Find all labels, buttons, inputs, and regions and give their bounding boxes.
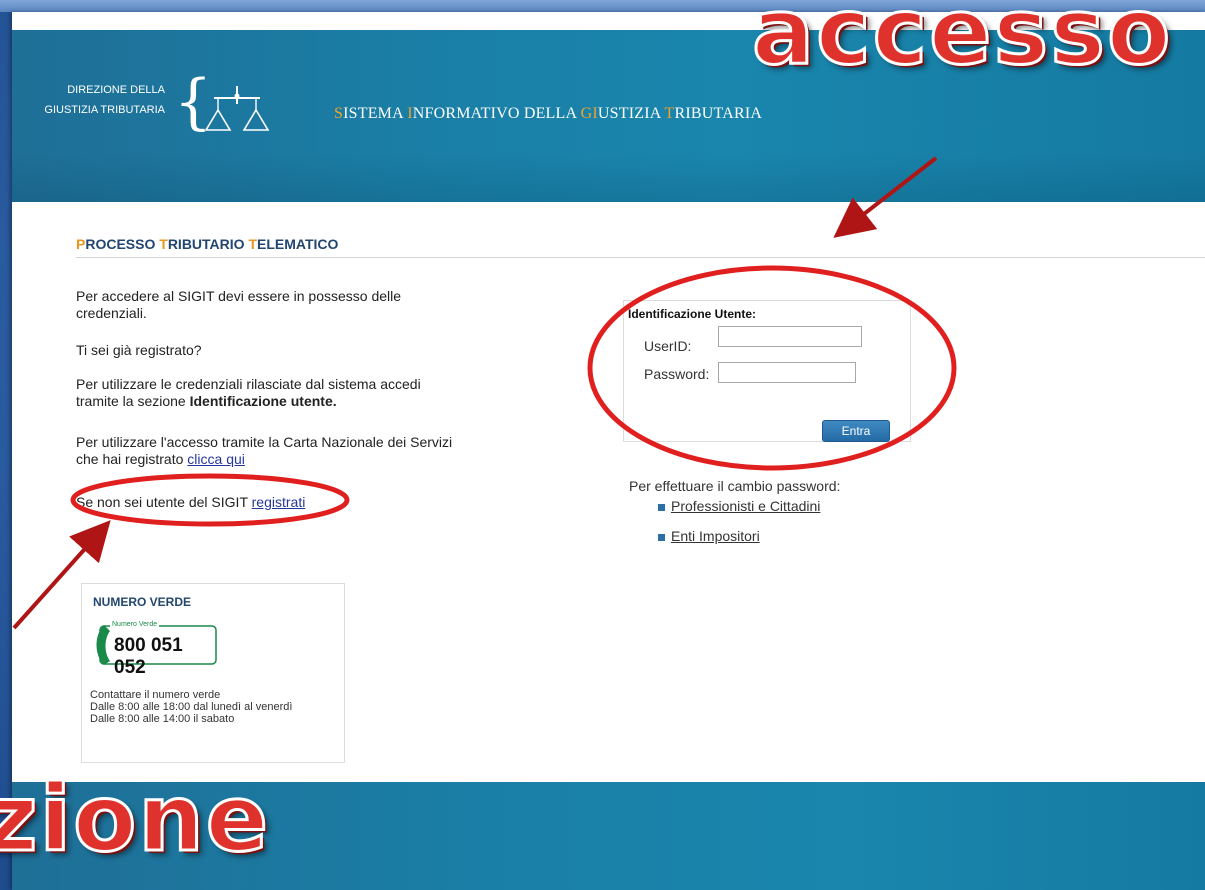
register-text: Se non sei utente del SIGIT registrati bbox=[76, 494, 306, 510]
section-title: PROCESSO TRIBUTARIO TELEMATICO bbox=[76, 236, 339, 252]
section-divider bbox=[76, 257, 1205, 258]
credentials-text: Per utilizzare le credenziali rilasciate… bbox=[76, 376, 421, 409]
registrati-link[interactable]: registrati bbox=[252, 494, 306, 510]
title-part: RIBUTARIA bbox=[674, 105, 763, 122]
numero-verde-badge: Numero Verde 800 051 052 bbox=[94, 621, 218, 678]
userid-input[interactable] bbox=[718, 326, 862, 347]
question-text: Ti sei già registrato? bbox=[76, 342, 202, 358]
link-item-professionisti: Professionisti e Cittadini bbox=[658, 498, 820, 514]
phone-number: 800 051 052 bbox=[114, 635, 183, 678]
professionisti-link[interactable]: Professionisti e Cittadini bbox=[671, 498, 820, 514]
title-part: GI bbox=[580, 105, 598, 122]
scales-of-justice-icon bbox=[204, 86, 270, 131]
entra-button[interactable]: Entra bbox=[822, 420, 890, 442]
intro-text: Per accedere al SIGIT devi essere in pos… bbox=[76, 288, 402, 321]
badge-caption: Numero Verde bbox=[110, 621, 160, 628]
annotation-word-top: accesso bbox=[750, 0, 1173, 87]
title-part: ISTEMA bbox=[343, 105, 408, 122]
title-part: NFORMATIVO DELLA bbox=[412, 105, 581, 122]
bullet-icon bbox=[658, 503, 665, 511]
browser-page: DIREZIONE DELLA GIUSTIZIA TRIBUTARIA { S… bbox=[12, 12, 1205, 890]
numero-verde-title: NUMERO VERDE bbox=[93, 595, 192, 609]
login-title: Identificazione Utente: bbox=[628, 307, 757, 321]
title-part: T bbox=[664, 105, 675, 122]
enti-impositori-link[interactable]: Enti Impositori bbox=[671, 528, 760, 544]
system-title: SISTEMA INFORMATIVO DELLA GIUSTIZIA TRIB… bbox=[334, 105, 762, 123]
clicca-qui-link[interactable]: clicca qui bbox=[187, 451, 245, 467]
annotation-word-bottom: zione bbox=[0, 764, 271, 874]
link-item-enti: Enti Impositori bbox=[658, 528, 760, 544]
password-label: Password: bbox=[644, 366, 710, 382]
userid-label: UserID: bbox=[644, 338, 692, 354]
bullet-icon bbox=[658, 533, 665, 541]
password-input[interactable] bbox=[718, 362, 856, 383]
password-change-label: Per effettuare il cambio password: bbox=[629, 478, 841, 494]
org-name: DIREZIONE DELLA GIUSTIZIA TRIBUTARIA bbox=[44, 84, 165, 116]
title-part: USTIZIA bbox=[597, 105, 665, 122]
cns-text: Per utilizzare l'accesso tramite la Cart… bbox=[76, 434, 453, 467]
numero-verde-info: Contattare il numero verde Dalle 8:00 al… bbox=[90, 689, 293, 725]
title-part: S bbox=[334, 105, 344, 122]
